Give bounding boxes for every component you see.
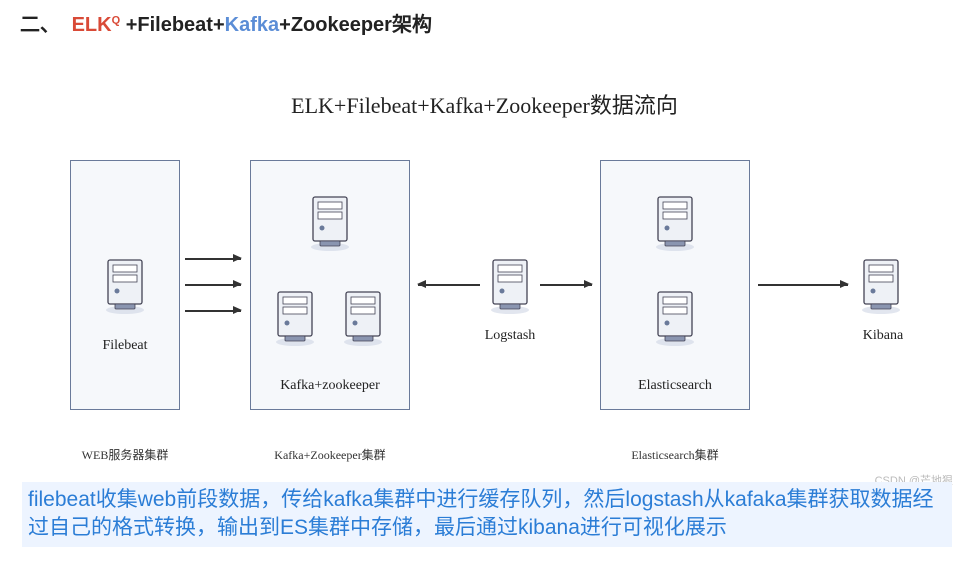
arrow-icon [540,284,592,286]
es-label: Elasticsearch [600,378,750,394]
arrow-icon [758,284,848,286]
kafka-cluster-label: Kafka+Zookeeper集群 [245,446,415,463]
server-icon [652,195,698,253]
web-cluster-label: WEB服务器集群 [60,446,190,463]
server-icon [652,290,698,348]
server-icon [272,290,318,348]
arrow-icon [185,258,241,260]
filebeat-label: Filebeat [70,338,180,354]
server-icon [858,258,904,316]
server-icon [307,195,353,253]
heading-sup: Q [112,14,121,26]
arrow-icon [185,284,241,286]
kibana-label: Kibana [838,328,928,344]
heading-plus: + [213,14,225,36]
heading-plus: + [126,14,138,36]
es-cluster-label: Elasticsearch集群 [595,446,755,463]
server-icon [487,258,533,316]
heading-elk: ELK [72,14,112,36]
heading-rest: Zookeeper架构 [291,14,432,36]
server-icon [102,258,148,316]
server-icon [340,290,386,348]
arrow-icon [185,310,241,312]
section-heading: 二、 ELKQ +Filebeat+Kafka+Zookeeper架构 [20,8,432,37]
heading-plus: + [279,14,291,36]
arrow-icon [418,284,480,286]
heading-kafka: Kafka [225,14,279,36]
kafka-label: Kafka+zookeeper [250,378,410,394]
logstash-label: Logstash [465,328,555,344]
section-number: 二、 [20,14,60,36]
heading-filebeat: Filebeat [137,14,213,36]
description-text: filebeat收集web前段数据，传给kafka集群中进行缓存队列，然后log… [22,482,952,547]
diagram-title: ELK+Filebeat+Kafka+Zookeeper数据流向 [0,88,969,120]
